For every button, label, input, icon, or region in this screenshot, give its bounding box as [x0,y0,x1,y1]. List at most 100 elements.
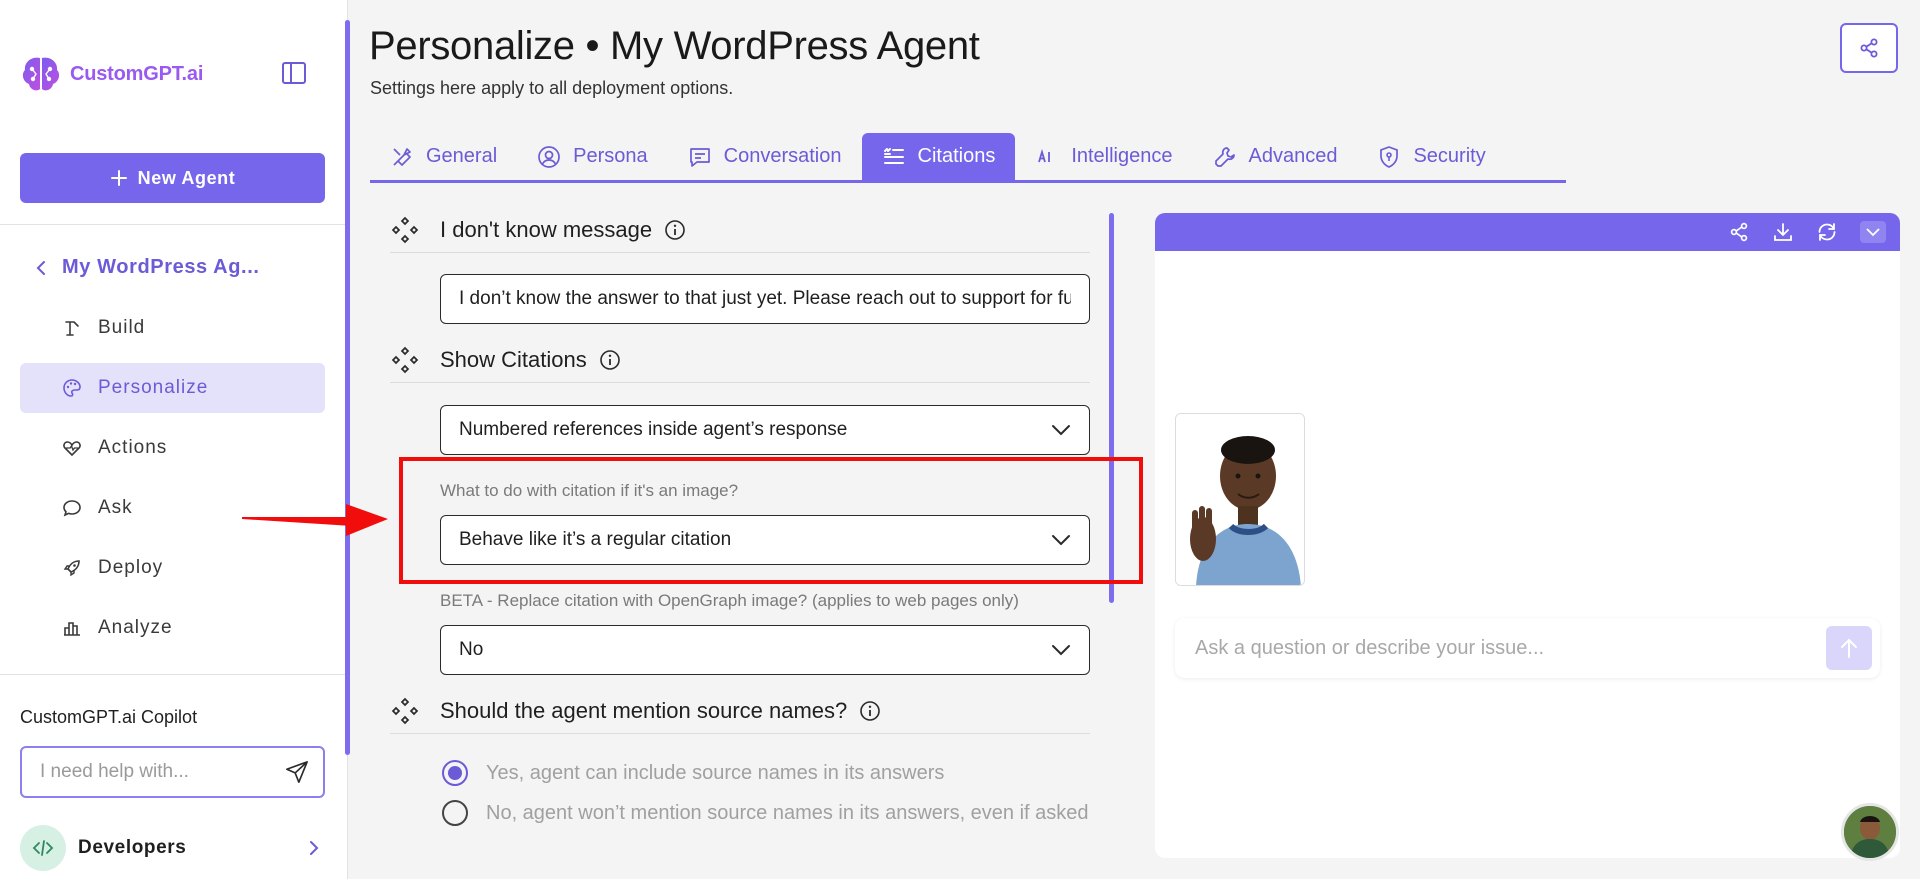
new-agent-label: New Agent [137,167,236,188]
share-icon[interactable] [1728,221,1750,243]
shield-icon [1380,145,1399,168]
sidebar-item-label: Analyze [98,617,173,638]
sidebar-item-personalize[interactable]: Personalize [20,363,325,413]
section-source-names: Should the agent mention source names? [390,688,1090,734]
section-show-citations: Show Citations [390,337,1090,383]
paint-tools-icon [393,147,411,166]
sidebar-item-label: Actions [98,437,168,458]
agent-name: My WordPress Ag... [62,256,260,278]
new-agent-button[interactable]: New Agent [20,153,325,203]
tab-advanced[interactable]: Advanced [1193,133,1358,180]
sidebar-item-analyze[interactable]: Analyze [20,603,325,653]
tab-general[interactable]: General [370,133,517,180]
sidebar-item-actions[interactable]: Actions [20,423,325,473]
refresh-icon[interactable] [1816,221,1838,243]
tab-label: Persona [573,145,648,167]
sidebar-item-label: Deploy [98,557,164,578]
arrow-up-icon [1841,638,1857,658]
support-person-icon [1844,806,1896,858]
preview-ask-box [1175,618,1880,678]
page-title: Personalize • My WordPress Agent [369,24,980,68]
drag-handle-icon[interactable] [390,696,420,726]
source-names-option-no[interactable]: No, agent won’t mention source names in … [442,798,1092,828]
rocket-icon [63,560,80,577]
sidebar-scrollbar[interactable] [345,20,350,755]
divider [0,224,348,225]
tab-label: General [426,145,498,167]
idk-message-input[interactable] [459,288,1071,310]
tab-persona[interactable]: Persona [517,133,668,180]
tab-bar: General Persona Conversation Citations I… [370,133,1566,183]
sidebar-item-build[interactable]: Build [20,303,325,353]
preview-send-button[interactable] [1826,626,1872,670]
section-title: I don't know message [440,216,653,242]
opengraph-select[interactable]: No [440,625,1090,675]
info-icon[interactable] [859,700,881,722]
chevron-down-icon [1052,425,1070,436]
radio-button[interactable] [442,800,468,826]
preview-ask-input[interactable] [1195,636,1826,660]
quote-list-icon [883,147,904,164]
tab-label: Citations [917,145,996,167]
source-names-option-yes[interactable]: Yes, agent can include source names in i… [442,758,1092,788]
sidebar-item-label: Personalize [98,377,209,398]
sidebar: CustomGPT.ai New Agent My WordPress Ag..… [0,0,348,879]
palette-icon [63,379,81,397]
code-icon [20,825,66,871]
section-title: Should the agent mention source names? [440,697,848,723]
agent-avatar-image [1175,413,1305,586]
tab-intelligence[interactable]: Intelligence [1015,133,1192,180]
chevron-left-icon [36,260,45,275]
tab-label: Conversation [723,145,842,167]
tab-citations[interactable]: Citations [861,133,1016,180]
send-icon[interactable] [285,759,309,785]
chevron-down-icon [1866,227,1880,236]
tab-label: Security [1413,145,1486,167]
sidebar-item-label: Ask [98,497,133,518]
copilot-input[interactable] [40,761,285,783]
preview-toolbar [1155,213,1900,251]
support-chat-avatar[interactable] [1841,803,1899,861]
annotation-highlight-box [399,457,1143,584]
bar-chart-icon [64,622,80,636]
plus-icon [110,170,127,186]
agent-avatar-icon [1176,414,1304,585]
annotation-arrow-icon [242,504,388,536]
developers-link[interactable]: Developers [20,824,325,872]
section-idk-message: I don't know message [390,207,1090,253]
message-icon [689,147,710,167]
chat-bubble-icon [63,500,81,517]
select-value: Numbered references inside agent’s respo… [459,419,848,440]
sidebar-item-deploy[interactable]: Deploy [20,543,325,593]
divider [0,674,348,675]
tab-label: Intelligence [1071,145,1173,167]
logo[interactable]: CustomGPT.ai [20,54,203,94]
developers-label: Developers [78,837,187,858]
ai-icon [1038,148,1051,162]
sidebar-collapse-icon[interactable] [281,61,307,85]
drag-handle-icon[interactable] [390,215,420,245]
radio-label: Yes, agent can include source names in i… [486,762,945,784]
radio-button[interactable] [442,760,468,786]
chevron-down-icon [1052,645,1070,656]
tab-label: Advanced [1248,145,1338,167]
heart-pulse-icon [63,441,81,457]
sidebar-item-label: Build [98,317,146,338]
tab-conversation[interactable]: Conversation [668,133,862,180]
tab-security[interactable]: Security [1357,133,1505,180]
show-citations-select[interactable]: Numbered references inside agent’s respo… [440,405,1090,455]
idk-message-field [440,274,1090,324]
page-subtitle: Settings here apply to all deployment op… [370,78,734,98]
share-button[interactable] [1840,23,1898,73]
build-icon [65,321,79,336]
info-icon[interactable] [599,349,621,371]
agent-back-link[interactable]: My WordPress Ag... [36,256,260,279]
download-icon[interactable] [1772,221,1794,243]
copilot-input-box [20,746,325,798]
logo-text: CustomGPT.ai [70,62,204,85]
agent-preview-panel [1155,213,1900,858]
drag-handle-icon[interactable] [390,345,420,375]
user-circle-icon [538,145,561,168]
info-icon[interactable] [664,219,686,241]
preview-menu-button[interactable] [1860,221,1886,243]
